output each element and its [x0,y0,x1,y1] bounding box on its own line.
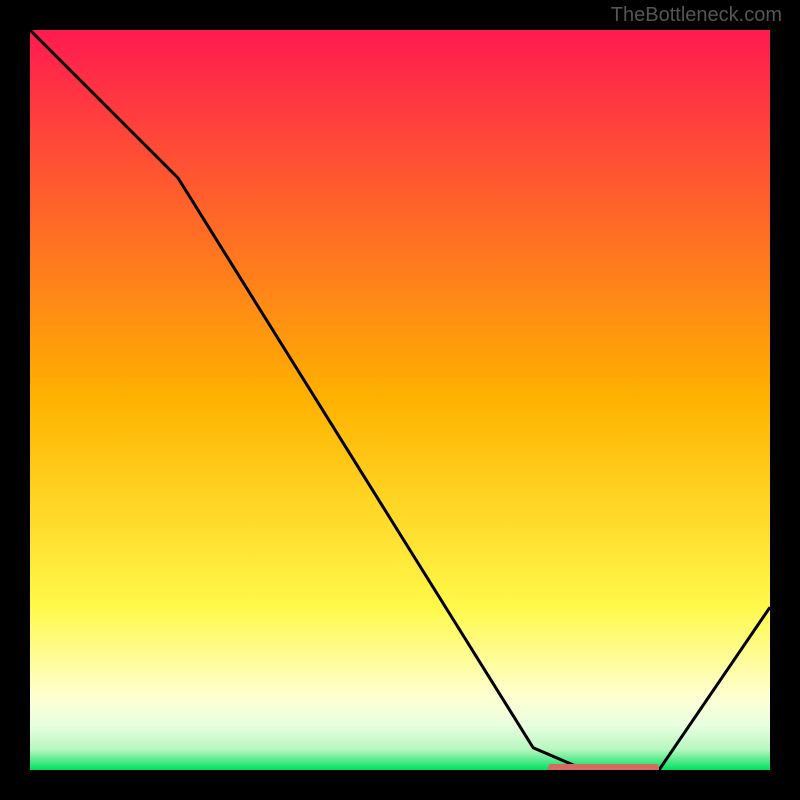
chart-svg [30,30,770,770]
optimal-range-marker [548,764,659,770]
chart-container: TheBottleneck.com [0,0,800,800]
plot-area [30,30,770,770]
watermark-text: TheBottleneck.com [611,4,782,27]
